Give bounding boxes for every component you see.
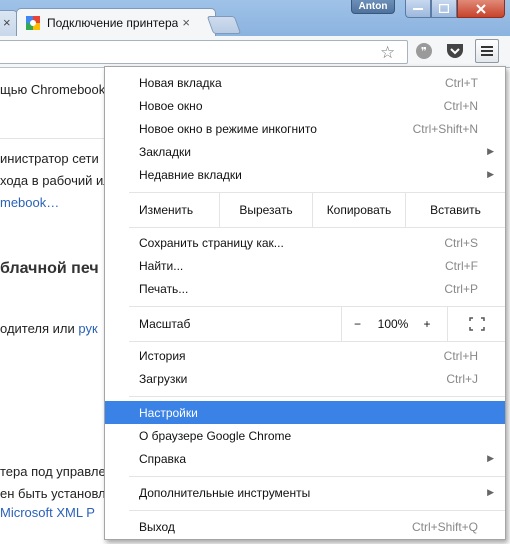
menu-item-label: Новое окно в режиме инкогнито <box>139 121 317 136</box>
page-text: одителя или <box>0 321 75 336</box>
menu-item-shortcut: Ctrl+J <box>446 371 478 386</box>
new-tab-button[interactable] <box>206 16 242 34</box>
menu-item-label: История <box>139 348 186 363</box>
tab-title: Подключение принтера <box>47 15 179 30</box>
menu-item-label: Недавние вкладки <box>139 167 242 182</box>
submenu-arrow-icon: ▶ <box>487 487 494 497</box>
menu-item-more-tools[interactable]: Дополнительные инструменты ▶ <box>105 481 505 504</box>
menu-item-label: Закладки <box>139 144 191 159</box>
page-text-line: щью Chromebook <box>0 82 106 97</box>
menu-item-shortcut: Ctrl+Shift+N <box>412 121 478 136</box>
paste-button[interactable]: Вставить <box>405 193 505 227</box>
menu-item-shortcut: Ctrl+S <box>444 235 478 250</box>
menu-item-label: Новое окно <box>139 98 203 113</box>
divider <box>0 138 105 139</box>
menu-item-shortcut: Ctrl+Shift+Q <box>411 519 478 534</box>
google-favicon-icon <box>25 15 41 31</box>
close-window-button[interactable] <box>457 0 505 18</box>
page-link[interactable]: рук <box>78 321 97 336</box>
menu-item-shortcut: Ctrl+P <box>444 281 478 296</box>
menu-item-downloads[interactable]: Загрузки Ctrl+J <box>105 367 505 390</box>
menu-edit-row: Изменить Вырезать Копировать Вставить <box>105 193 505 227</box>
menu-item-label: О браузере Google Chrome <box>139 428 292 443</box>
menu-item-about[interactable]: О браузере Google Chrome <box>105 424 505 447</box>
menu-item-exit[interactable]: Выход Ctrl+Shift+Q <box>105 515 505 538</box>
tab-active[interactable]: Подключение принтера × <box>16 8 216 36</box>
menu-item-history[interactable]: История Ctrl+H <box>105 344 505 367</box>
pocket-icon[interactable] <box>445 41 465 61</box>
edit-label: Изменить <box>139 203 194 217</box>
menu-item-label: Загрузки <box>139 371 188 386</box>
fullscreen-button[interactable] <box>447 307 505 341</box>
maximize-icon <box>439 4 449 13</box>
chrome-menu-button[interactable] <box>475 39 499 63</box>
menu-item-shortcut: Ctrl+H <box>443 348 478 363</box>
browser-toolbar: ☆ ❞ <box>0 36 510 68</box>
menu-item-shortcut: Ctrl+F <box>445 258 478 273</box>
tab-close-icon[interactable]: × <box>182 15 190 30</box>
zoom-level: 100% <box>377 317 409 331</box>
menu-separator <box>129 227 505 228</box>
menu-separator <box>129 396 505 397</box>
svg-text:❞: ❞ <box>421 45 427 58</box>
chrome-menu: Новая вкладка Ctrl+T Новое окно Ctrl+N Н… <box>104 66 506 540</box>
bookmark-star-icon[interactable]: ☆ <box>380 43 395 63</box>
page-text-line: инистратор сети <box>0 151 99 166</box>
submenu-arrow-icon: ▶ <box>487 169 494 179</box>
copy-button[interactable]: Копировать <box>312 193 405 227</box>
menu-item-settings[interactable]: Настройки <box>105 401 505 424</box>
menu-item-print[interactable]: Печать... Ctrl+P <box>105 277 505 300</box>
close-icon <box>476 3 486 14</box>
menu-item-recent-tabs[interactable]: Недавние вкладки ▶ <box>105 163 505 186</box>
user-profile-badge[interactable]: Anton <box>351 0 395 14</box>
page-text-line: ен быть установл <box>0 486 106 501</box>
menu-separator <box>129 476 505 477</box>
submenu-arrow-icon: ▶ <box>487 146 494 156</box>
menu-item-bookmarks[interactable]: Закладки ▶ <box>105 140 505 163</box>
submenu-arrow-icon: ▶ <box>487 453 494 463</box>
menu-separator <box>129 341 505 342</box>
menu-item-shortcut: Ctrl+T <box>445 75 478 90</box>
menu-item-label: Сохранить страницу как... <box>139 235 284 250</box>
minimize-icon <box>413 7 423 10</box>
zoom-out-button[interactable]: − <box>341 307 373 341</box>
menu-item-label: Новая вкладка <box>139 75 222 90</box>
title-bar: × Подключение принтера × Anton <box>0 0 510 36</box>
page-link[interactable]: Microsoft XML P <box>0 505 95 520</box>
minimize-button[interactable] <box>405 0 431 18</box>
menu-item-shortcut: Ctrl+N <box>443 98 478 113</box>
hamburger-menu-icon <box>481 46 493 56</box>
page-text-line: тера под управле <box>0 464 106 479</box>
menu-item-label: Дополнительные инструменты <box>139 485 311 500</box>
menu-item-save-page[interactable]: Сохранить страницу как... Ctrl+S <box>105 231 505 254</box>
menu-item-label: Печать... <box>139 281 189 296</box>
menu-separator <box>129 510 505 511</box>
menu-item-label: Справка <box>139 451 187 466</box>
page-text-line: хода в рабочий ил <box>0 173 111 188</box>
menu-item-label: Настройки <box>139 405 198 420</box>
page-text-line: одителя или рук <box>0 321 98 336</box>
fullscreen-icon <box>468 317 485 331</box>
extension-icon[interactable]: ❞ <box>414 41 434 61</box>
page-link[interactable]: mebook… <box>0 195 59 210</box>
menu-item-new-window[interactable]: Новое окно Ctrl+N <box>105 94 505 117</box>
menu-item-new-tab[interactable]: Новая вкладка Ctrl+T <box>105 71 505 94</box>
menu-item-label: Найти... <box>139 258 184 273</box>
tab-close-icon[interactable]: × <box>3 15 11 30</box>
address-bar[interactable]: ☆ <box>0 40 408 64</box>
zoom-in-button[interactable]: + <box>413 307 441 341</box>
menu-item-find[interactable]: Найти... Ctrl+F <box>105 254 505 277</box>
menu-item-label: Выход <box>139 519 175 534</box>
menu-item-incognito[interactable]: Новое окно в режиме инкогнито Ctrl+Shift… <box>105 117 505 140</box>
cut-button[interactable]: Вырезать <box>219 193 312 227</box>
maximize-button[interactable] <box>431 0 457 18</box>
menu-zoom-row: Масштаб − 100% + <box>105 307 505 341</box>
page-heading: блачной печ <box>0 260 99 277</box>
menu-item-help[interactable]: Справка ▶ <box>105 447 505 470</box>
zoom-label: Масштаб <box>139 317 191 331</box>
